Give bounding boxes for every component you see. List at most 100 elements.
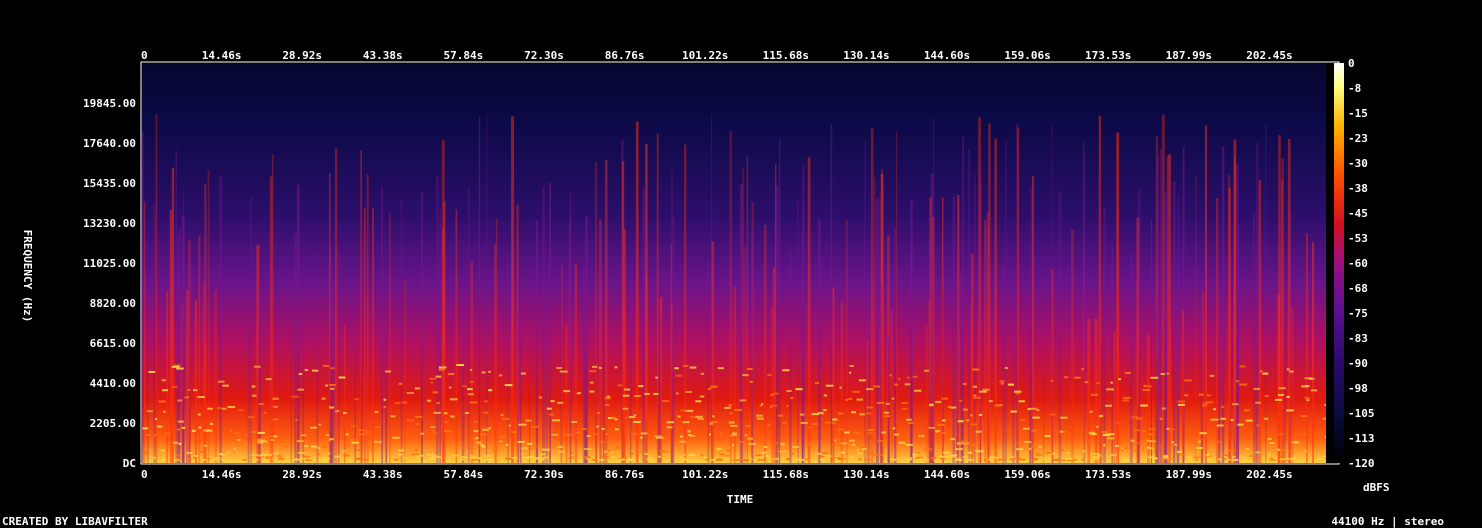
- harmonic-mark: [473, 430, 479, 433]
- harmonic-mark: [963, 408, 968, 411]
- harmonic-mark: [700, 454, 704, 457]
- harmonic-mark: [1004, 366, 1008, 369]
- harmonic-mark: [1017, 442, 1024, 445]
- harmonic-mark: [171, 365, 180, 368]
- spectrogram-streak: [470, 261, 474, 463]
- harmonic-mark: [742, 374, 749, 377]
- spectrogram-streak: [511, 116, 515, 463]
- harmonic-mark: [176, 457, 183, 460]
- harmonic-mark: [338, 376, 346, 379]
- x-axis-top: 0 14.46s 28.92s 43.38s 57.84s 72.30s 86.76s 101…: [141, 49, 1293, 62]
- harmonic-mark: [1239, 365, 1246, 368]
- harmonic-mark: [1000, 382, 1004, 385]
- harmonic-mark: [263, 436, 270, 439]
- harmonic-mark: [976, 450, 985, 453]
- harmonic-mark: [1151, 457, 1158, 460]
- harmonic-mark: [844, 431, 850, 434]
- harmonic-mark: [532, 425, 540, 428]
- spectrogram-streak: [1195, 175, 1197, 463]
- harmonic-mark: [192, 389, 198, 392]
- harmonic-mark: [963, 445, 966, 448]
- harmonic-mark: [1286, 395, 1290, 398]
- harmonic-mark: [237, 439, 241, 442]
- harmonic-mark: [1091, 393, 1098, 396]
- spectrogram-streak: [338, 249, 340, 463]
- harmonic-mark: [1195, 446, 1203, 449]
- harmonic-mark: [941, 397, 949, 400]
- spectrogram-streak: [169, 210, 173, 463]
- x-tick-label-bottom: 0: [141, 468, 148, 481]
- harmonic-mark: [312, 458, 316, 461]
- y-tick-label: 17640.00: [83, 137, 136, 150]
- spectrogram-streak: [967, 149, 971, 463]
- harmonic-mark: [1038, 445, 1042, 448]
- spectrogram-streak: [1084, 152, 1086, 463]
- harmonic-mark: [1163, 455, 1168, 458]
- harmonic-mark: [989, 456, 997, 459]
- harmonic-mark: [674, 367, 679, 370]
- harmonic-mark: [356, 449, 362, 452]
- harmonic-mark: [1072, 458, 1078, 461]
- harmonic-mark: [1250, 446, 1254, 449]
- harmonic-mark: [642, 458, 647, 461]
- harmonic-mark: [1280, 456, 1286, 459]
- harmonic-mark: [905, 443, 913, 446]
- harmonic-mark: [557, 445, 564, 448]
- harmonic-mark: [627, 458, 633, 461]
- spectrogram-streak: [1111, 243, 1113, 463]
- x-tick-label-bottom: 57.84s: [444, 468, 484, 481]
- spectrogram-streak: [1017, 127, 1019, 463]
- harmonic-mark: [770, 394, 774, 397]
- harmonic-mark: [521, 456, 528, 459]
- spectrogram-streak: [952, 196, 956, 464]
- harmonic-mark: [521, 447, 529, 450]
- harmonic-mark: [451, 454, 459, 457]
- harmonic-mark: [756, 414, 763, 417]
- harmonic-mark: [878, 453, 883, 456]
- harmonic-mark: [385, 370, 392, 373]
- spectrogram-area: [142, 63, 1338, 464]
- harmonic-mark: [848, 397, 853, 400]
- harmonic-mark: [343, 411, 347, 414]
- harmonic-mark: [824, 421, 832, 424]
- harmonic-mark: [829, 458, 835, 461]
- harmonic-mark: [1310, 389, 1318, 392]
- harmonic-mark: [576, 392, 581, 395]
- spectrogram-streak: [602, 340, 605, 463]
- harmonic-mark: [484, 400, 488, 403]
- harmonic-mark: [998, 458, 1006, 461]
- harmonic-mark: [383, 398, 387, 401]
- harmonic-mark: [1119, 440, 1127, 443]
- spectrogram-streak: [925, 324, 928, 463]
- y-tick-label: DC: [123, 457, 136, 470]
- spectrogram-streak: [455, 209, 458, 463]
- x-tick-label-top: 144.60s: [924, 49, 970, 62]
- harmonic-mark: [719, 453, 725, 456]
- y-axis: DC 2205.00 4410.00 6615.00 8820.00 11025.00 13…: [83, 97, 136, 470]
- harmonic-mark: [550, 428, 554, 431]
- harmonic-mark: [429, 377, 437, 380]
- harmonic-mark: [499, 436, 506, 439]
- harmonic-mark: [777, 414, 783, 417]
- harmonic-mark: [1105, 433, 1113, 436]
- harmonic-mark: [252, 458, 255, 461]
- spectrogram-streak: [595, 161, 598, 463]
- spectrogram-streak: [269, 176, 273, 463]
- harmonic-mark: [883, 411, 890, 414]
- harmonic-mark: [328, 406, 335, 409]
- harmonic-mark: [465, 412, 469, 415]
- harmonic-mark: [567, 457, 574, 460]
- harmonic-mark: [508, 424, 511, 427]
- harmonic-mark: [799, 413, 805, 416]
- spectrogram-streak: [1058, 190, 1062, 464]
- spectrogram-streak: [333, 294, 335, 463]
- spectrogram-streak: [250, 197, 253, 463]
- harmonic-mark: [328, 438, 334, 441]
- colorbar-tick-label: -68: [1348, 282, 1368, 295]
- harmonic-mark: [460, 456, 468, 459]
- harmonic-mark: [988, 400, 993, 403]
- harmonic-mark: [558, 450, 565, 453]
- harmonic-mark: [416, 458, 421, 461]
- harmonic-mark: [1143, 384, 1147, 387]
- harmonic-mark: [186, 451, 192, 454]
